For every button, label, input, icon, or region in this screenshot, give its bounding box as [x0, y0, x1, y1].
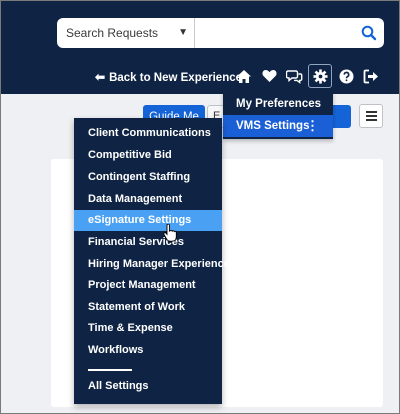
- chat-icon[interactable]: [283, 65, 305, 87]
- submenu-item[interactable]: Competitive Bid: [74, 145, 222, 166]
- submenu-item[interactable]: Workflows: [74, 340, 222, 361]
- top-nav-bar: Search Requests ▼ ⬅ Back to New Experienc…: [1, 1, 399, 94]
- hamburger-line: [365, 119, 377, 121]
- settings-dropdown: My Preferences VMS Settings ⋮: [223, 89, 333, 139]
- hamburger-icon[interactable]: [359, 104, 383, 128]
- menu-item-vms-settings[interactable]: VMS Settings ⋮: [223, 115, 333, 137]
- menu-item-my-preferences[interactable]: My Preferences: [223, 93, 333, 115]
- submenu-item[interactable]: Data Management: [74, 189, 222, 210]
- logout-icon[interactable]: [360, 65, 382, 87]
- back-to-new-experience-link[interactable]: ⬅ Back to New Experience: [95, 70, 242, 84]
- search-input[interactable]: [196, 18, 356, 48]
- search-bar: Search Requests ▼: [57, 18, 384, 48]
- vms-settings-submenu: Client Communications Competitive Bid Co…: [74, 118, 230, 404]
- submenu-item[interactable]: Client Communications: [74, 123, 222, 144]
- home-icon[interactable]: [233, 65, 255, 87]
- chevron-down-icon: ▼: [178, 27, 188, 38]
- arrow-left-icon: ⬅: [95, 70, 106, 84]
- menu-item-label: My Preferences: [236, 98, 322, 110]
- search-icon[interactable]: [360, 24, 378, 42]
- heart-icon[interactable]: [258, 65, 280, 87]
- kebab-icon: ⋮: [306, 118, 319, 133]
- submenu-divider: [88, 369, 132, 371]
- submenu-item[interactable]: Statement of Work: [74, 297, 222, 318]
- submenu-item[interactable]: Financial Services: [74, 232, 222, 253]
- hamburger-line: [365, 111, 377, 113]
- submenu-item-highlighted[interactable]: eSignature Settings: [74, 210, 222, 231]
- submenu-item[interactable]: Hiring Manager Experience: [74, 254, 230, 275]
- menu-item-label: VMS Settings: [236, 120, 310, 132]
- search-category-select[interactable]: Search Requests ▼: [57, 18, 195, 48]
- help-icon[interactable]: [335, 65, 357, 87]
- submenu-item[interactable]: Time & Expense: [74, 318, 222, 339]
- app-window: Search Requests ▼ ⬅ Back to New Experienc…: [0, 0, 400, 414]
- search-category-value: Search Requests: [66, 26, 159, 40]
- hand-pointer-cursor: [163, 223, 177, 242]
- gear-icon[interactable]: [308, 64, 332, 88]
- submenu-item[interactable]: Project Management: [74, 275, 222, 296]
- submenu-item[interactable]: Contingent Staffing: [74, 167, 222, 188]
- hamburger-line: [365, 115, 377, 117]
- back-link-label: Back to New Experience: [109, 72, 243, 84]
- all-settings-link[interactable]: All Settings: [74, 376, 222, 397]
